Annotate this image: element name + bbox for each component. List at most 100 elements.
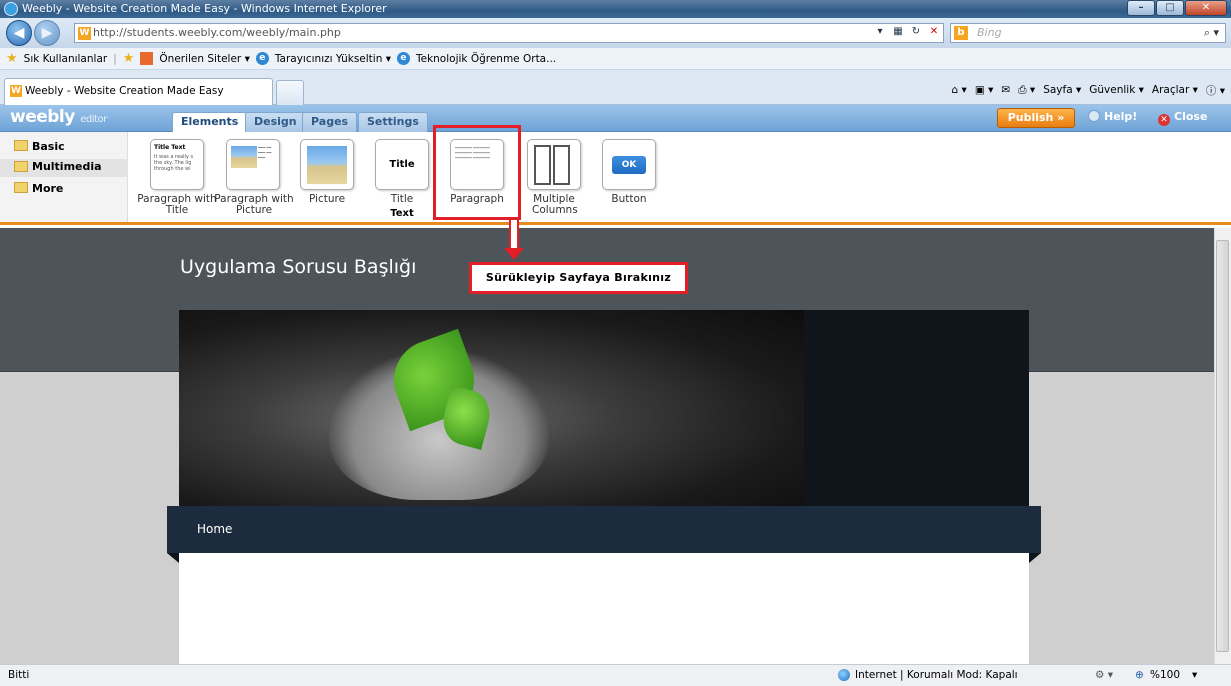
cmd-tools[interactable]: Araçlar ▾ [1152, 84, 1198, 96]
compat-view-icon[interactable]: ▦ [890, 24, 906, 40]
protected-mode-icon[interactable]: ⚙ ▾ [1095, 665, 1113, 685]
thumb-title: Title Text [154, 144, 186, 151]
search-icon[interactable]: ⌕ ▾ [1204, 24, 1219, 42]
zoom-icon: ⊕ [1135, 669, 1144, 681]
category-multimedia[interactable]: Multimedia [0, 159, 128, 177]
browser-nav-row: ◀ ▶ W http://students.weebly.com/weebly/… [0, 18, 1231, 48]
globe-icon [838, 669, 850, 681]
folder-icon [14, 182, 28, 193]
cmd-safety[interactable]: Güvenlik ▾ [1089, 84, 1144, 96]
thumb-picture [307, 146, 347, 184]
element-paragraph-with-title[interactable]: Title Text It was a really s the sky. Th… [150, 139, 204, 190]
home-icon[interactable]: ⌂ ▾ [952, 84, 967, 96]
help-menu-icon[interactable]: ⓘ ▾ [1206, 83, 1225, 98]
tab-pages[interactable]: Pages [302, 112, 358, 132]
zoom-dropdown-icon[interactable]: ▾ [1192, 665, 1197, 685]
element-title[interactable]: Title Text [375, 139, 429, 219]
folder-icon [14, 161, 28, 172]
thumb-text: It was a really s the sky. The lig throu… [154, 154, 194, 172]
column-left-shape [534, 145, 551, 185]
element-multiple-columns[interactable] [527, 139, 581, 190]
element-label: Picture [308, 193, 346, 205]
ie-page-icon: e [396, 52, 410, 65]
new-tab-button[interactable] [276, 80, 304, 105]
weebly-logo-text: weebly [10, 107, 75, 127]
category-list: Basic Multimedia More [0, 132, 128, 222]
suggested-sites-icon [140, 52, 154, 65]
ie-page-icon: e [255, 52, 269, 65]
address-bar[interactable]: W http://students.weebly.com/weebly/main… [74, 23, 944, 43]
weebly-logo-suffix: editor [80, 114, 107, 125]
favorites-bar: ★ Sık Kullanılanlar | ★ Önerilen Siteler… [0, 48, 1231, 70]
fav-link-upgrade[interactable]: Tarayıcınızı Yükseltin ▾ [275, 53, 391, 65]
weebly-editor-header: weebly editor Elements Design Pages Sett… [0, 105, 1231, 133]
browser-tab-active[interactable]: W Weebly - Website Creation Made Easy [4, 78, 273, 105]
close-editor-button[interactable]: ✕ Close [1158, 110, 1207, 126]
maximize-button[interactable]: □ [1156, 0, 1184, 16]
bing-icon: b [954, 26, 968, 40]
help-icon [1088, 110, 1100, 122]
fav-link-suggested[interactable]: Önerilen Siteler ▾ [159, 53, 249, 65]
address-tools: ▾ ▦ ↻ ✕ [870, 24, 944, 42]
element-paragraph-with-picture[interactable]: ━━━ ━━ ━━━ ━━ ━━━ [226, 139, 280, 190]
publish-button[interactable]: Publish » [997, 108, 1075, 128]
fav-link-learning[interactable]: Teknolojik Öğrenme Orta... [416, 53, 556, 65]
mail-icon[interactable]: ✉ [1001, 84, 1010, 96]
ie-app-icon [4, 2, 18, 16]
thumb-picture [231, 146, 257, 168]
column-right-shape [553, 145, 570, 185]
zoom-level[interactable]: %100 [1150, 665, 1180, 685]
element-button[interactable]: OK [602, 139, 656, 190]
elements-panel: Basic Multimedia More Title Text It was … [0, 132, 1231, 225]
minimize-button[interactable]: – [1127, 0, 1155, 16]
element-label: Title [390, 193, 414, 205]
site-content-area[interactable] [179, 553, 1029, 664]
element-label: Paragraph with Picture [214, 193, 294, 216]
nav-home-link[interactable]: Home [197, 522, 232, 536]
nav-fold-right [1029, 553, 1041, 563]
tab-favicon-icon: W [10, 85, 22, 97]
category-basic[interactable]: Basic [14, 140, 65, 153]
back-button[interactable]: ◀ [6, 20, 32, 46]
tab-elements[interactable]: Elements [172, 112, 248, 133]
weebly-logo: weebly editor [10, 107, 107, 127]
category-more[interactable]: More [14, 182, 63, 195]
element-picture[interactable] [300, 139, 354, 190]
down-arrow-icon [504, 248, 524, 260]
help-label: Help! [1104, 110, 1138, 123]
browser-tab-title: Weebly - Website Creation Made Easy [25, 85, 224, 97]
favorites-label[interactable]: Sık Kullanılanlar [24, 53, 108, 65]
close-label: Close [1174, 110, 1208, 123]
search-placeholder: Bing [977, 26, 1002, 39]
stop-icon[interactable]: ✕ [926, 24, 942, 40]
drag-instruction-label: Sürükleyip Sayfaya Bırakınız [469, 262, 688, 294]
tab-settings[interactable]: Settings [358, 112, 428, 132]
command-bar: ⌂ ▾ ▣ ▾ ✉ ⎙ ▾ Sayfa ▾ Güvenlik ▾ Araçlar… [952, 78, 1225, 102]
help-button[interactable]: Help! [1088, 110, 1137, 123]
feeds-icon[interactable]: ▣ ▾ [975, 84, 994, 96]
window-title: Weebly - Website Creation Made Easy - Wi… [22, 2, 387, 15]
add-favorite-icon[interactable]: ★ [123, 51, 135, 66]
tab-design[interactable]: Design [245, 112, 306, 132]
refresh-icon[interactable]: ↻ [908, 24, 924, 40]
cmd-page[interactable]: Sayfa ▾ [1043, 84, 1081, 96]
print-icon[interactable]: ⎙ ▾ [1018, 84, 1035, 97]
address-url: http://students.weebly.com/weebly/main.p… [93, 26, 341, 39]
forward-button[interactable]: ▶ [34, 20, 60, 46]
scrollbar-thumb[interactable] [1216, 240, 1229, 652]
element-label: Multiple Columns [532, 193, 578, 216]
close-icon: ✕ [1158, 114, 1170, 126]
security-zone[interactable]: Internet | Korumalı Mod: Kapalı [855, 665, 1018, 685]
favorites-star-icon[interactable]: ★ [6, 51, 18, 66]
site-title[interactable]: Uygulama Sorusu Başlığı [180, 256, 416, 278]
dropdown-icon[interactable]: ▾ [872, 24, 888, 40]
hands-plant-photo [179, 310, 804, 506]
nav-fold-left [167, 553, 179, 563]
thumb-lines: ━━━ ━━ ━━━ ━━ ━━━ [258, 145, 272, 160]
element-label: Button [611, 193, 647, 205]
site-nav-bar: Home [167, 506, 1041, 553]
thumb-button: OK [612, 156, 646, 174]
close-window-button[interactable]: ✕ [1185, 0, 1227, 16]
element-label: Paragraph with Title [137, 193, 217, 216]
search-box[interactable]: b Bing ⌕ ▾ [950, 23, 1226, 43]
